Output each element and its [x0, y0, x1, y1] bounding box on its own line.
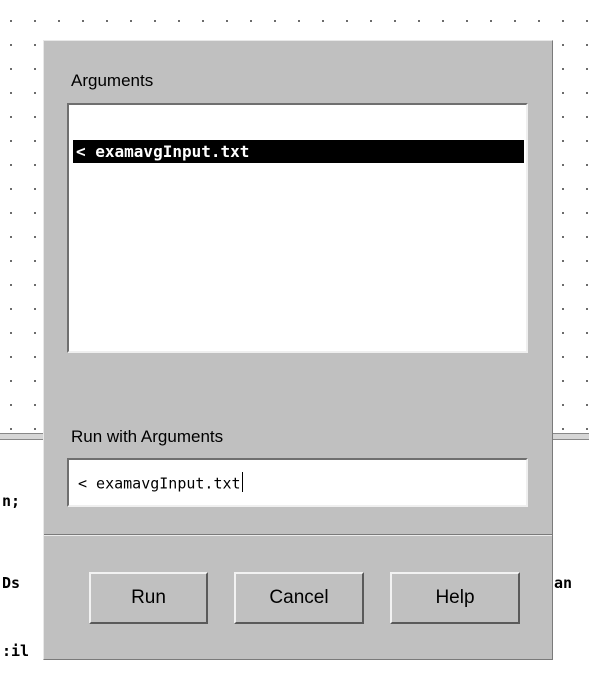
text-cursor-icon [241, 472, 243, 492]
run-with-arguments-input[interactable]: < examavgInput.txt [67, 458, 528, 507]
code-fragment: Ds [2, 574, 21, 592]
code-fragment: an [554, 574, 573, 592]
arguments-list-item-selected[interactable]: < examavgInput.txt [73, 140, 524, 163]
run-with-arguments-value: < examavgInput.txt [78, 474, 241, 493]
help-button[interactable]: Help [390, 572, 520, 624]
run-with-arguments-label: Run with Arguments [71, 427, 224, 446]
code-fragment: :il [2, 642, 30, 660]
button-area-divider-highlight [44, 535, 552, 536]
run-button[interactable]: Run [89, 572, 208, 624]
code-fragment: n; [2, 492, 21, 510]
run-arguments-dialog: Arguments < examavgInput.txt Run with Ar… [43, 40, 553, 660]
cancel-button[interactable]: Cancel [234, 572, 364, 624]
arguments-label: Arguments [71, 71, 154, 90]
arguments-list[interactable]: < examavgInput.txt [67, 103, 528, 353]
